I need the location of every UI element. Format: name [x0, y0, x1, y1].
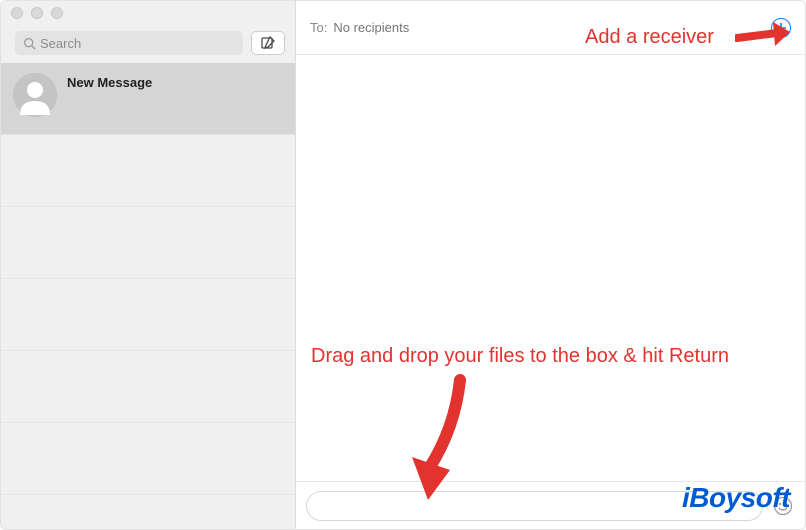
search-icon — [23, 37, 36, 50]
message-input[interactable] — [306, 491, 763, 521]
compose-button[interactable] — [251, 31, 285, 55]
main-pane: To: — [296, 1, 805, 529]
add-recipient-button[interactable] — [771, 18, 791, 38]
sidebar: Search New Message — [1, 1, 296, 529]
search-input[interactable]: Search — [15, 31, 243, 55]
list-item — [1, 207, 295, 279]
conversation-list: New Message — [1, 63, 295, 529]
avatar — [13, 73, 57, 117]
messages-window: Search New Message — [0, 0, 806, 530]
close-icon[interactable] — [11, 7, 23, 19]
list-item — [1, 135, 295, 207]
compose-icon — [260, 35, 276, 51]
conversation-title: New Message — [67, 75, 152, 90]
to-label: To: — [310, 20, 327, 35]
plus-icon — [775, 22, 787, 34]
window-titlebar — [1, 1, 295, 25]
search-placeholder: Search — [40, 36, 81, 51]
emoji-icon — [773, 496, 793, 516]
message-thread[interactable] — [296, 55, 805, 481]
minimize-icon[interactable] — [31, 7, 43, 19]
recipients-input[interactable] — [333, 20, 771, 35]
list-item — [1, 351, 295, 423]
list-item — [1, 279, 295, 351]
sidebar-toolbar: Search — [1, 25, 295, 63]
list-item — [1, 423, 295, 495]
conversation-item[interactable]: New Message — [1, 63, 295, 135]
to-field-bar: To: — [296, 1, 805, 55]
zoom-icon[interactable] — [51, 7, 63, 19]
compose-bar — [296, 481, 805, 529]
emoji-button[interactable] — [771, 494, 795, 518]
person-icon — [13, 73, 57, 117]
